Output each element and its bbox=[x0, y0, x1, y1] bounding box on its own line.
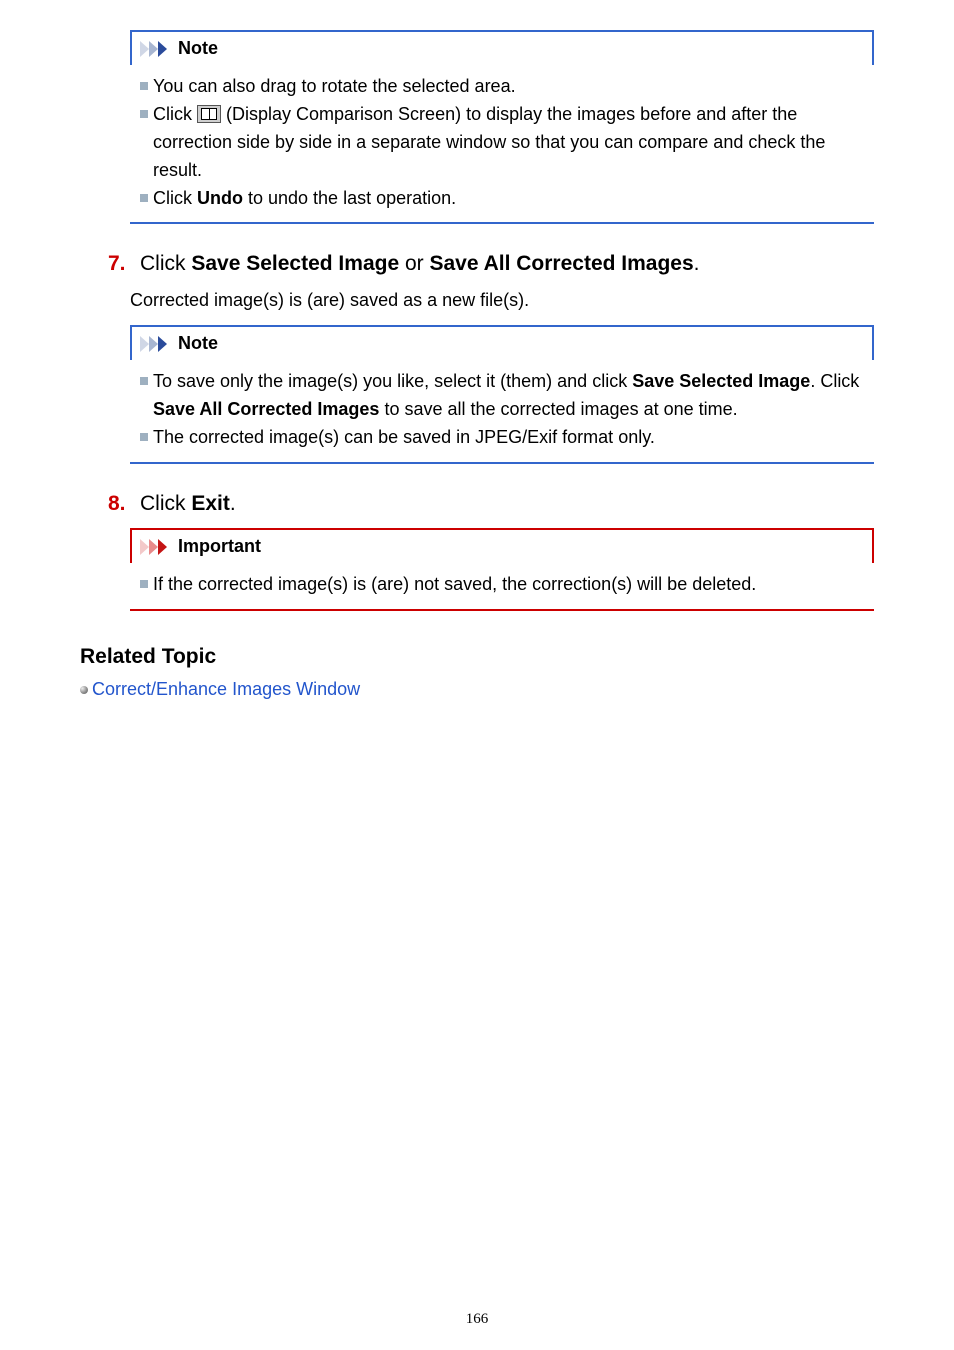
arrows-icon bbox=[140, 539, 174, 555]
important-header: Important bbox=[130, 528, 874, 563]
list-item: If the corrected image(s) is (are) not s… bbox=[140, 571, 864, 599]
step-text: Click Exit. bbox=[140, 492, 874, 516]
step-text: Click Save Selected Image or Save All Co… bbox=[140, 252, 874, 276]
important-body: If the corrected image(s) is (are) not s… bbox=[130, 563, 874, 611]
important-callout: Important If the corrected image(s) is (… bbox=[130, 528, 874, 611]
step-number: 8. bbox=[108, 492, 132, 516]
note-callout-1: Note You can also drag to rotate the sel… bbox=[130, 30, 874, 224]
square-bullet-icon bbox=[140, 194, 148, 202]
note-heading-text: Note bbox=[178, 38, 218, 59]
note-body: You can also drag to rotate the selected… bbox=[130, 65, 874, 224]
square-bullet-icon bbox=[140, 580, 148, 588]
note-body: To save only the image(s) you like, sele… bbox=[130, 360, 874, 464]
page-number: 166 bbox=[0, 1311, 954, 1328]
note-callout-2: Note To save only the image(s) you like,… bbox=[130, 325, 874, 464]
list-item: You can also drag to rotate the selected… bbox=[140, 73, 864, 101]
list-item-text: You can also drag to rotate the selected… bbox=[153, 73, 864, 101]
list-item: To save only the image(s) you like, sele… bbox=[140, 368, 864, 424]
related-link-row: Correct/Enhance Images Window bbox=[80, 679, 874, 700]
step-subtext: Corrected image(s) is (are) saved as a n… bbox=[130, 290, 874, 311]
square-bullet-icon bbox=[140, 377, 148, 385]
note-heading-text: Note bbox=[178, 333, 218, 354]
step-7: 7. Click Save Selected Image or Save All… bbox=[108, 252, 874, 276]
square-bullet-icon bbox=[140, 110, 148, 118]
note-header: Note bbox=[130, 30, 874, 65]
square-bullet-icon bbox=[140, 82, 148, 90]
related-topic-link[interactable]: Correct/Enhance Images Window bbox=[92, 679, 360, 700]
step-number: 7. bbox=[108, 252, 132, 276]
list-item: The corrected image(s) can be saved in J… bbox=[140, 424, 864, 452]
bullet-circle-icon bbox=[80, 686, 88, 694]
list-item-text: To save only the image(s) you like, sele… bbox=[153, 368, 864, 424]
step-8: 8. Click Exit. bbox=[108, 492, 874, 516]
important-heading-text: Important bbox=[178, 536, 261, 557]
list-item-text: Click (Display Comparison Screen) to dis… bbox=[153, 101, 864, 185]
list-item: Click Undo to undo the last operation. bbox=[140, 185, 864, 213]
list-item-text: The corrected image(s) can be saved in J… bbox=[153, 424, 864, 452]
arrows-icon bbox=[140, 336, 174, 352]
related-topic-heading: Related Topic bbox=[80, 645, 874, 669]
arrows-icon bbox=[140, 41, 174, 57]
list-item-text: Click Undo to undo the last operation. bbox=[153, 185, 864, 213]
list-item: Click (Display Comparison Screen) to dis… bbox=[140, 101, 864, 185]
list-item-text: If the corrected image(s) is (are) not s… bbox=[153, 571, 864, 599]
square-bullet-icon bbox=[140, 433, 148, 441]
note-header: Note bbox=[130, 325, 874, 360]
display-comparison-screen-icon bbox=[197, 105, 221, 123]
